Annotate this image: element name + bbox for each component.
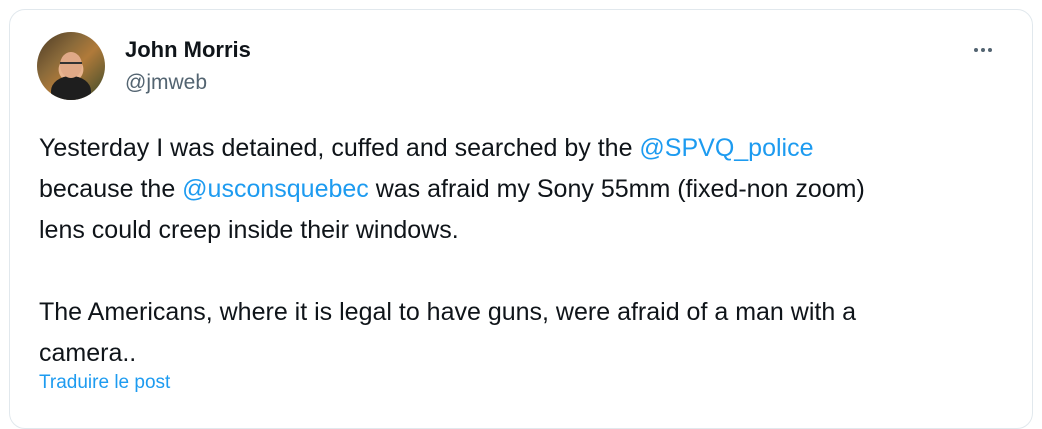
tweet-text-part: Yesterday I was detained, cuffed and sea… — [39, 134, 640, 162]
author-handle[interactable]: @jmweb — [125, 71, 207, 95]
tweet-text: Yesterday I was detained, cuffed and sea… — [39, 128, 999, 374]
avatar-body — [51, 76, 91, 100]
author-name[interactable]: John Morris — [125, 37, 251, 63]
more-horizontal-icon[interactable] — [968, 40, 998, 60]
more-dot — [981, 48, 985, 52]
more-dot — [988, 48, 992, 52]
avatar[interactable] — [37, 32, 105, 100]
tweet-card: John Morris @jmweb Yesterday I was detai… — [9, 9, 1033, 429]
mention-link[interactable]: @SPVQ_police — [639, 134, 813, 162]
tweet-text-part: was afraid my Sony 55mm (fixed-non zoom)… — [39, 175, 865, 367]
mention-link[interactable]: @usconsquebec — [182, 175, 369, 203]
more-dot — [974, 48, 978, 52]
translate-post-link[interactable]: Traduire le post — [39, 372, 170, 394]
tweet-text-part: because the — [39, 175, 176, 203]
avatar-glasses — [60, 62, 82, 67]
